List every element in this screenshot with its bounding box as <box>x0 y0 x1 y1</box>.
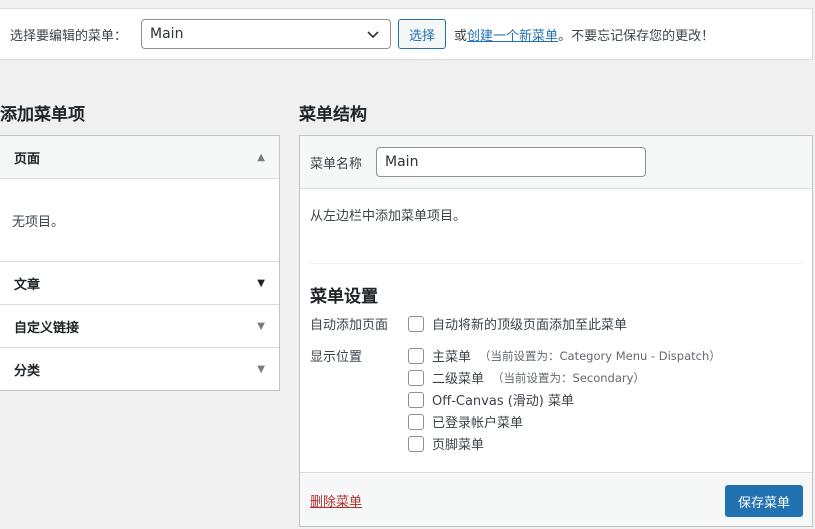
save-menu-button[interactable]: 保存菜单 <box>725 485 803 517</box>
location-primary[interactable]: 主菜单 （当前设置为：Category Menu - Dispatch） <box>408 346 721 365</box>
delete-menu-link[interactable]: 删除菜单 <box>310 491 362 510</box>
accordion-posts-label: 文章 <box>14 277 41 293</box>
location-secondary-label: 二级菜单 <box>432 372 485 387</box>
accordion-categories[interactable]: 分类 ▼ <box>0 347 279 390</box>
menu-select-bar: 选择要编辑的菜单： Main 选择 或创建一个新菜单。不要忘记保存您的更改！ <box>0 8 813 60</box>
menu-structure-panel: 菜单名称 Main 从左边栏中添加菜单项目。 菜单设置 自动添加页面 自动将新的… <box>299 135 813 527</box>
auto-add-label: 自动添加页面 <box>310 318 389 333</box>
location-off-canvas[interactable]: Off-Canvas (滑动) 菜单 <box>408 390 574 409</box>
or-text: 或 <box>454 28 468 44</box>
triangle-down-icon: ▼ <box>257 320 265 332</box>
divider <box>310 263 802 264</box>
chevron-down-icon <box>367 31 379 39</box>
location-logged-in[interactable]: 已登录帐户菜单 <box>408 412 523 431</box>
menu-select-label: 选择要编辑的菜单： <box>10 28 128 44</box>
auto-add-option-label: 自动将新的顶级页面添加至此菜单 <box>432 318 628 333</box>
menu-settings-title: 菜单设置 <box>310 287 378 307</box>
auto-add-checkbox[interactable] <box>408 315 424 332</box>
select-button[interactable]: 选择 <box>398 19 447 49</box>
pages-empty-text: 无项目。 <box>12 214 65 230</box>
location-secondary-note: （当前设置为：Secondary） <box>492 370 645 385</box>
menu-footer: 删除菜单 保存菜单 <box>300 472 812 526</box>
create-menu-message: 或创建一个新菜单。不要忘记保存您的更改！ <box>454 25 714 44</box>
triangle-down-icon: ▼ <box>257 363 265 375</box>
accordion-posts[interactable]: 文章 ▼ <box>0 261 279 304</box>
location-off-canvas-checkbox[interactable] <box>408 391 424 408</box>
menu-name-input[interactable]: Main <box>376 147 647 177</box>
accordion-pages-label: 页面 <box>14 151 41 167</box>
triangle-down-icon: ▼ <box>257 277 265 289</box>
add-menu-items-panel: 页面 ▲ 无项目。 文章 ▼ 自定义链接 ▼ 分类 ▼ <box>0 135 280 391</box>
location-primary-checkbox[interactable] <box>408 347 424 364</box>
auto-add-option[interactable]: 自动将新的顶级页面添加至此菜单 <box>408 314 627 333</box>
location-secondary-checkbox[interactable] <box>408 369 424 386</box>
accordion-custom-links[interactable]: 自定义链接 ▼ <box>0 304 279 347</box>
add-menu-items-title: 添加菜单项 <box>0 105 85 125</box>
menu-select-dropdown[interactable]: Main <box>141 19 392 49</box>
menu-name-label: 菜单名称 <box>310 156 363 172</box>
triangle-up-icon: ▲ <box>257 151 265 163</box>
reminder-text: 。不要忘记保存您的更改！ <box>558 28 715 44</box>
menu-select-value: Main <box>150 26 184 42</box>
location-logged-in-checkbox[interactable] <box>408 413 424 430</box>
accordion-categories-label: 分类 <box>14 363 41 379</box>
location-label: 显示位置 <box>310 350 363 365</box>
location-primary-note: （当前设置为：Category Menu - Dispatch） <box>479 348 721 363</box>
location-footer-checkbox[interactable] <box>408 435 424 452</box>
accordion-custom-links-label: 自定义链接 <box>14 320 80 336</box>
menu-name-bar: 菜单名称 Main <box>300 136 812 189</box>
menu-structure-title: 菜单结构 <box>299 105 367 125</box>
location-footer-label: 页脚菜单 <box>432 438 485 453</box>
location-secondary[interactable]: 二级菜单 （当前设置为：Secondary） <box>408 368 645 387</box>
create-menu-link[interactable]: 创建一个新菜单 <box>467 29 558 44</box>
accordion-pages[interactable]: 页面 ▲ <box>0 136 279 179</box>
location-logged-in-label: 已登录帐户菜单 <box>432 416 524 431</box>
location-off-canvas-label: Off-Canvas (滑动) 菜单 <box>432 394 575 409</box>
location-footer[interactable]: 页脚菜单 <box>408 434 484 453</box>
location-primary-label: 主菜单 <box>432 350 472 365</box>
menu-hint-text: 从左边栏中添加菜单项目。 <box>310 209 467 224</box>
